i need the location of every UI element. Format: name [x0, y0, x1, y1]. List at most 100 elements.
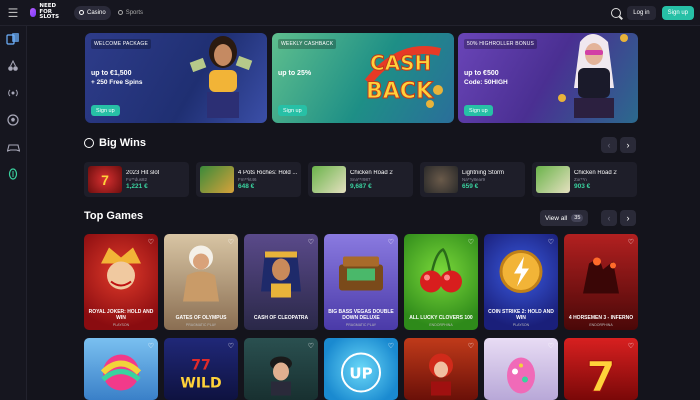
prev-arrow-icon[interactable]: ‹ [601, 210, 617, 226]
top-bar: ☰ NEED FOR SLOTS Casino Sports Log in Si… [0, 0, 700, 26]
banner-cashback[interactable]: WEEKLY CASHBACK up to 25% Sign up CASH B… [272, 33, 454, 123]
joker-art [93, 244, 149, 305]
back-art-text: BACK [366, 79, 434, 104]
big-wins-header: Big Wins [84, 137, 146, 149]
game-card[interactable]: ♡ CASH OF CLEOPATRA [244, 234, 318, 330]
win-card[interactable]: 7 2023 Hit slot Fo**dus82 1,221 € [84, 162, 189, 197]
signup-button[interactable]: Sign up [661, 5, 694, 20]
heart-icon[interactable]: ♡ [228, 342, 234, 350]
game-card[interactable]: ♡ [244, 338, 318, 400]
soccer-icon[interactable] [6, 113, 20, 127]
banner-signup-button[interactable]: Sign up [91, 105, 120, 116]
win-amount: 648 € [238, 182, 255, 190]
banner-signup-button[interactable]: Sign up [278, 105, 307, 116]
casino-icon[interactable] [6, 32, 20, 46]
candy-art [98, 350, 144, 400]
zeus-art [173, 242, 229, 307]
tacklebox-art [333, 247, 389, 302]
character-art [261, 352, 301, 400]
win-card[interactable]: Lightning Storm Na**y8ear9 659 € [420, 162, 525, 197]
game-name: 4 HORSEMEN 3 - INFERNO [568, 315, 634, 321]
cherries-icon[interactable] [6, 59, 20, 73]
view-all-count: 35 [571, 214, 584, 222]
win-card[interactable]: Chicken Road 2 Sna**r987 9,687 € [308, 162, 413, 197]
heart-icon[interactable]: ♡ [308, 238, 314, 246]
heart-icon[interactable]: ♡ [308, 342, 314, 350]
coin-icon[interactable] [6, 167, 20, 181]
tab-sports-label: Sports [125, 9, 144, 16]
banner-welcome[interactable]: WELCOME PACKAGE up to €1,500 + 250 Free … [85, 33, 267, 123]
heart-icon[interactable]: ♡ [148, 238, 154, 246]
heart-icon[interactable]: ♡ [628, 342, 634, 350]
game-card[interactable]: UP ♡ [324, 338, 398, 400]
menu-icon[interactable]: ☰ [0, 0, 26, 26]
heart-icon[interactable]: ♡ [228, 238, 234, 246]
game-card[interactable]: ♡ ALL LUCKY CLOVERS 100 ENDORPHINA [404, 234, 478, 330]
win-game: Chicken Road 2 [350, 169, 393, 176]
slot-thumbnail: 7 [88, 166, 122, 193]
game-name: ROYAL JOKER: HOLD AND WIN [88, 309, 154, 321]
game-card[interactable]: 7 ♡ [564, 338, 638, 400]
banner-highroller[interactable]: 50% HIGHROLLER BONUS up to €500 Code: 50… [458, 33, 638, 123]
top-games-row-2: ♡ 77 WILD ♡ ♡ UP ♡ ♡ ♡ 7 ♡ [84, 338, 638, 400]
logo[interactable]: NEED FOR SLOTS [30, 4, 70, 21]
banner-tag: WELCOME PACKAGE [91, 39, 152, 49]
heart-icon[interactable]: ♡ [628, 238, 634, 246]
gamepad-icon[interactable] [6, 140, 20, 154]
game-card[interactable]: ♡ [404, 338, 478, 400]
svg-text:UP: UP [349, 365, 372, 383]
banner-tag: 50% HIGHROLLER BONUS [464, 39, 538, 49]
game-card[interactable]: ♡ COIN STRIKE 2: HOLD AND WIN PLAYSON [484, 234, 558, 330]
game-card[interactable]: ♡ 4 HORSEMEN 3 - INFERNO ENDORPHINA [564, 234, 638, 330]
prev-arrow-icon[interactable]: ‹ [601, 137, 617, 153]
game-card[interactable]: ♡ ROYAL JOKER: HOLD AND WIN PLAYSON [84, 234, 158, 330]
heart-icon[interactable]: ♡ [548, 342, 554, 350]
gem-egg-art [503, 352, 539, 400]
win-user: Fo**dus82 [126, 176, 148, 182]
star-badge-icon [84, 138, 94, 148]
mode-tabs: Casino Sports [74, 5, 148, 20]
game-card[interactable]: ♡ GATES OF OLYMPUS PRAGMATIC PLAY [164, 234, 238, 330]
heart-icon[interactable]: ♡ [388, 238, 394, 246]
win-game: Chicken Road 2 [574, 169, 617, 176]
seven-art: 7 [581, 352, 621, 400]
win-user: Na**y8ear9 [462, 176, 486, 182]
slot-thumbnail [536, 166, 570, 193]
logo-mark [30, 8, 37, 17]
tab-sports[interactable]: Sports [113, 6, 148, 20]
big-wins-list: 7 2023 Hit slot Fo**dus82 1,221 € 4 Pots… [84, 162, 637, 197]
next-arrow-icon[interactable]: › [620, 210, 636, 226]
big-wins-title: Big Wins [99, 137, 146, 149]
top-games-row-1: ♡ ROYAL JOKER: HOLD AND WIN PLAYSON ♡ GA… [84, 234, 638, 330]
tab-casino[interactable]: Casino [74, 5, 111, 20]
win-info: 2023 Hit slot Fo**dus82 1,221 € [126, 170, 159, 190]
game-card[interactable]: 77 WILD ♡ [164, 338, 238, 400]
heart-icon[interactable]: ♡ [548, 238, 554, 246]
game-provider: ENDORPHINA [589, 323, 613, 327]
win-game: Lightning Storm [462, 169, 505, 176]
coin-strike-art [496, 247, 546, 302]
heart-icon[interactable]: ♡ [468, 342, 474, 350]
win-amount: 659 € [462, 182, 479, 190]
heart-icon[interactable]: ♡ [468, 238, 474, 246]
live-icon[interactable] [6, 86, 20, 100]
win-card[interactable]: Chicken Road 2 Zor**n 903 € [532, 162, 637, 197]
top-right-actions: Log in Sign up [611, 5, 700, 20]
game-provider: ENDORPHINA [429, 323, 453, 327]
banner-signup-button[interactable]: Sign up [464, 105, 493, 116]
game-card[interactable]: ♡ BIG BASS VEGAS DOUBLE DOWN DELUXE PRAG… [324, 234, 398, 330]
slot-thumbnail [312, 166, 346, 193]
next-arrow-icon[interactable]: › [620, 137, 636, 153]
game-card[interactable]: ♡ [484, 338, 558, 400]
heart-icon[interactable]: ♡ [388, 342, 394, 350]
view-all-button[interactable]: View all 35 [540, 210, 589, 226]
game-card[interactable]: ♡ [84, 338, 158, 400]
win-card[interactable]: 4 Pots Riches: Hold ... Fm**kt46 648 € [196, 162, 301, 197]
casino-tab-icon [79, 10, 84, 15]
login-button[interactable]: Log in [627, 5, 656, 20]
search-icon[interactable] [611, 7, 622, 18]
game-name: COIN STRIKE 2: HOLD AND WIN [488, 309, 554, 321]
woman-figure [552, 33, 632, 123]
cleopatra-art [253, 242, 309, 307]
heart-icon[interactable]: ♡ [148, 342, 154, 350]
